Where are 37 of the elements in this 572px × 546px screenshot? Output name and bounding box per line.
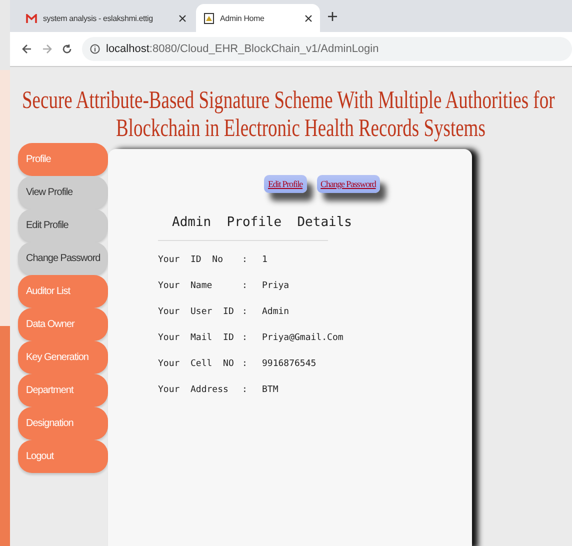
change-password-button[interactable]: Change Password bbox=[316, 175, 380, 193]
field-label: Your ID No bbox=[158, 254, 224, 267]
field-label: Your Cell NO bbox=[158, 358, 235, 371]
browser-tab[interactable]: system analysis - eslakshmi.ettig bbox=[18, 4, 194, 32]
field-label: Your Address bbox=[158, 384, 230, 397]
menu-item[interactable]: Auditor List bbox=[18, 275, 108, 308]
field-label: Your Name bbox=[158, 280, 214, 293]
menu-item[interactable]: Data Owner bbox=[18, 308, 108, 341]
submenu-item[interactable]: Change Password bbox=[18, 242, 108, 275]
page-title: Blockchain in Electronic Health Records Systems bbox=[116, 115, 486, 143]
separator-text: : bbox=[242, 306, 248, 319]
page-title: Secure Attribute-Based Signature Scheme With Multiple Authorities for bbox=[22, 87, 555, 115]
submenu-item[interactable]: Edit Profile bbox=[18, 209, 108, 242]
menu-item[interactable]: Logout bbox=[18, 440, 108, 473]
field-value: Priya bbox=[262, 280, 290, 293]
separator-text: : bbox=[242, 384, 248, 397]
separator-text: : bbox=[242, 254, 248, 267]
separator-text: : bbox=[242, 280, 248, 293]
field-label: Your User ID bbox=[158, 306, 235, 319]
submenu-item[interactable]: View Profile bbox=[18, 176, 108, 209]
separator-text: : bbox=[242, 332, 248, 345]
address-bar[interactable]: localhost:8080/Cloud_EHR_BlockChain_v1/AdminLogin bbox=[82, 37, 572, 61]
menu-item[interactable]: Designation bbox=[18, 407, 108, 440]
edit-profile-button[interactable]: Edit Profile bbox=[264, 175, 307, 193]
menu-item[interactable]: Key Generation bbox=[18, 341, 108, 374]
browser-tab[interactable]: Admin Home bbox=[196, 4, 320, 32]
menu-item[interactable]: Profile bbox=[18, 143, 108, 176]
field-value: Priya@Gmail.Com bbox=[262, 332, 344, 345]
field-value: BTM bbox=[262, 384, 280, 397]
menu-item[interactable]: Department bbox=[18, 374, 108, 407]
separator-text: : bbox=[242, 358, 248, 371]
field-value: Admin bbox=[262, 306, 290, 319]
section-heading: Admin Profile Details bbox=[172, 215, 352, 230]
field-value: 1 bbox=[262, 254, 268, 267]
field-label: Your Mail ID bbox=[158, 332, 235, 345]
url-text: localhost:8080/Cloud_EHR_BlockChain_v1/AdminLogin bbox=[106, 43, 379, 55]
field-value: 9916876545 bbox=[262, 358, 318, 371]
